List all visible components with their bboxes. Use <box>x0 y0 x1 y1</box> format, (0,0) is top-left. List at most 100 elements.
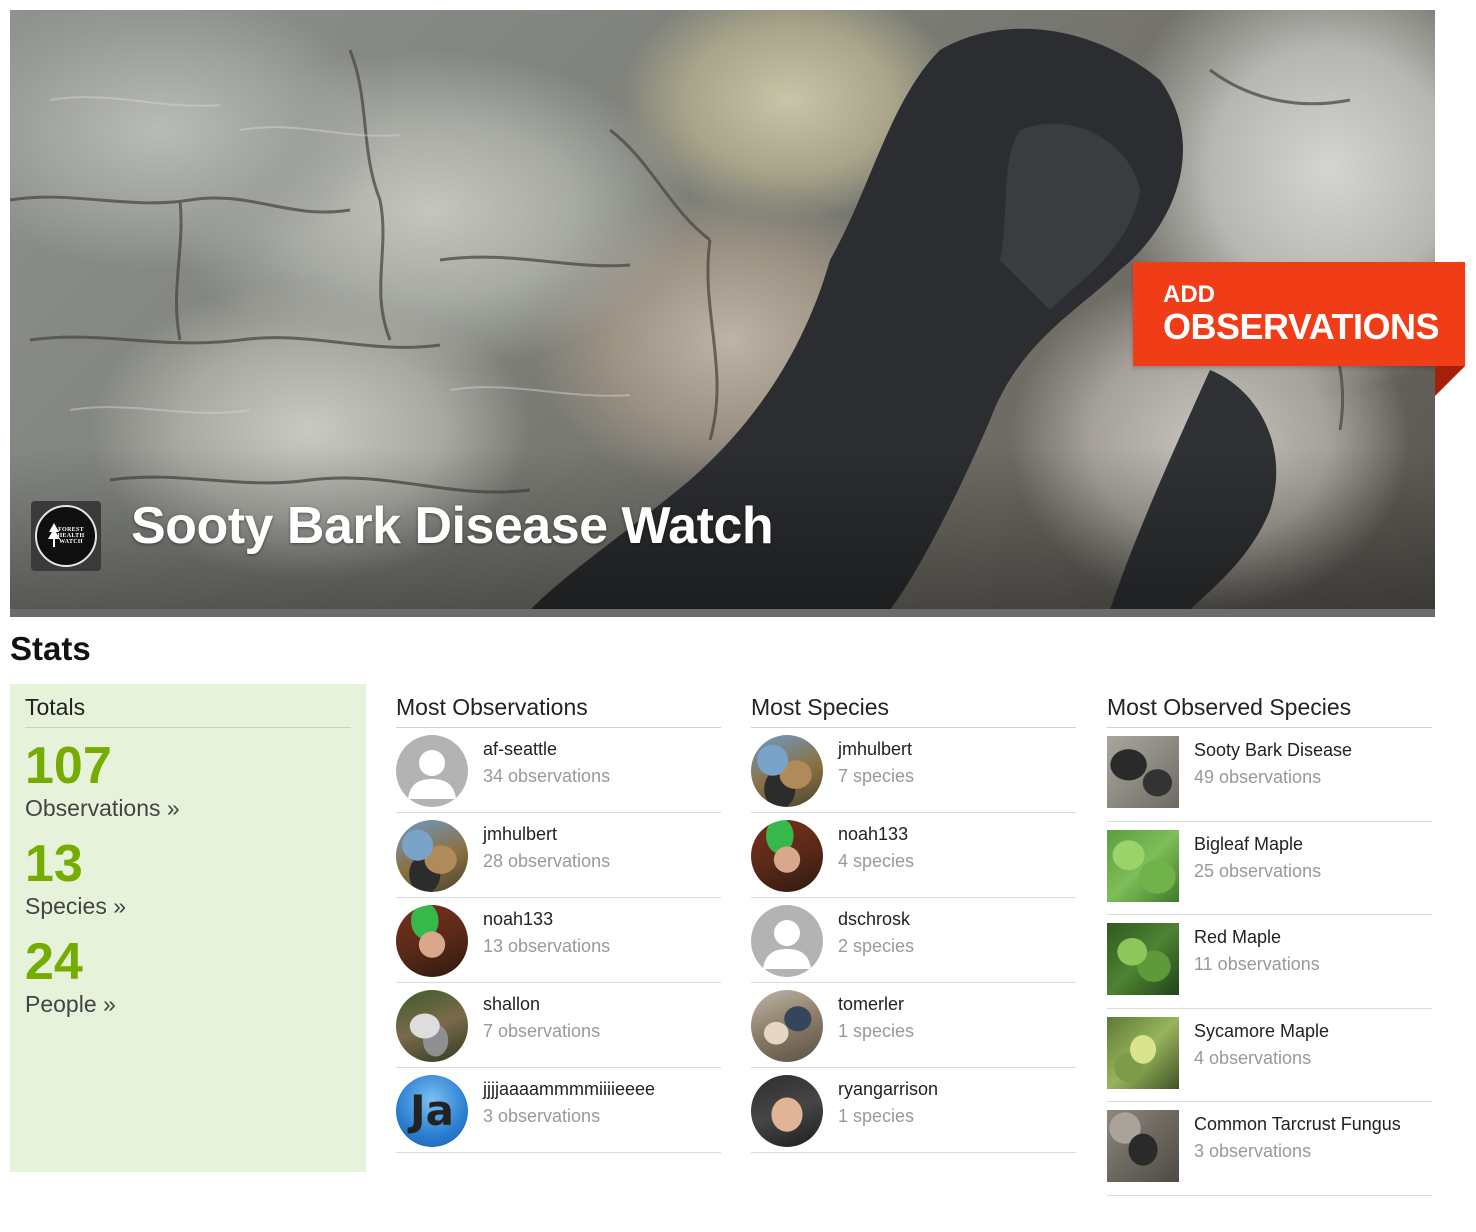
total-people-count: 24 <box>25 933 83 991</box>
list-item: tomerler 1 species <box>751 983 1076 1068</box>
list-item: Sycamore Maple 4 observations <box>1107 1009 1432 1102</box>
list-item: ryangarrison 1 species <box>751 1068 1076 1153</box>
species-name-link[interactable]: Sooty Bark Disease <box>1194 739 1352 761</box>
user-name-link[interactable]: jjjjaaaammmmiiiieeee <box>483 1078 655 1100</box>
user-info: noah133 4 species <box>838 820 914 872</box>
species-name-link[interactable]: Bigleaf Maple <box>1194 833 1321 855</box>
user-name-link[interactable]: dschrosk <box>838 908 914 930</box>
tree-icon <box>48 523 60 547</box>
user-info: jjjjaaaammmmiiiieeee 3 observations <box>483 1075 655 1127</box>
list-item: noah133 13 observations <box>396 898 721 983</box>
observation-count: 7 observations <box>483 1021 601 1041</box>
user-name-link[interactable]: shallon <box>483 993 600 1015</box>
species-info: Sooty Bark Disease 49 observations <box>1194 736 1352 788</box>
avatar[interactable] <box>751 990 823 1062</box>
banner-bottom-bar <box>10 609 1435 617</box>
species-name-link[interactable]: Sycamore Maple <box>1194 1020 1329 1042</box>
user-info: jmhulbert 28 observations <box>483 820 610 872</box>
forest-health-watch-logo: FOREST HEALTH WATCH <box>35 505 97 567</box>
user-icon <box>408 750 456 799</box>
observation-count: 3 observations <box>483 1106 601 1126</box>
user-info: noah133 13 observations <box>483 905 610 957</box>
list-item: Red Maple 11 observations <box>1107 915 1432 1009</box>
species-count: 7 species <box>838 766 915 786</box>
logo-text-3: WATCH <box>59 539 83 545</box>
avatar[interactable] <box>396 905 468 977</box>
species-count: 2 species <box>838 936 915 956</box>
user-info: ryangarrison 1 species <box>838 1075 938 1127</box>
observations-link[interactable]: Observations » <box>25 795 180 822</box>
species-info: Common Tarcrust Fungus 3 observations <box>1194 1110 1401 1162</box>
totals-title: Totals <box>25 694 351 728</box>
species-photo[interactable] <box>1107 1110 1179 1182</box>
user-info: dschrosk 2 species <box>838 905 914 957</box>
most-species-title: Most Species <box>751 684 1076 728</box>
people-link[interactable]: People » <box>25 991 116 1018</box>
species-photo[interactable] <box>1107 923 1179 995</box>
observation-count: 3 observations <box>1194 1141 1312 1161</box>
species-info: Sycamore Maple 4 observations <box>1194 1017 1329 1069</box>
observation-count: 25 observations <box>1194 860 1322 881</box>
user-info: tomerler 1 species <box>838 990 914 1042</box>
species-info: Red Maple 11 observations <box>1194 923 1320 975</box>
user-name-link[interactable]: noah133 <box>838 823 914 845</box>
avatar[interactable] <box>751 905 823 977</box>
totals-panel: Totals 107 Observations » 13 Species » 2… <box>10 684 366 1172</box>
total-observations: 107 Observations » <box>25 738 351 822</box>
user-name-link[interactable]: jmhulbert <box>838 738 914 760</box>
species-photo[interactable] <box>1107 1016 1179 1089</box>
species-count: 4 species <box>838 851 915 871</box>
add-observations-line1: ADD <box>1163 281 1215 308</box>
project-title: Sooty Bark Disease Watch <box>131 497 774 555</box>
list-item: noah133 4 species <box>751 813 1076 898</box>
species-count: 1 species <box>838 1021 915 1041</box>
list-item: jmhulbert 7 species <box>751 728 1076 813</box>
add-observations-line2: OBSERVATIONS <box>1163 306 1440 347</box>
project-logo-icon[interactable]: FOREST HEALTH WATCH <box>31 501 101 571</box>
user-icon <box>763 920 811 969</box>
list-item: Sooty Bark Disease 49 observations <box>1107 728 1432 822</box>
stats-heading: Stats <box>10 630 91 667</box>
species-photo[interactable] <box>1107 829 1179 902</box>
observation-count: 34 observations <box>483 766 611 786</box>
ribbon-fold <box>1435 366 1465 396</box>
avatar[interactable] <box>396 820 468 892</box>
list-item: jmhulbert 28 observations <box>396 813 721 898</box>
most-observed-species-title: Most Observed Species <box>1107 684 1432 728</box>
user-name-link[interactable]: jmhulbert <box>483 823 610 845</box>
user-info: jmhulbert 7 species <box>838 735 914 787</box>
observation-count: 13 observations <box>483 936 611 956</box>
avatar[interactable]: Ja <box>396 1075 468 1147</box>
species-info: Bigleaf Maple 25 observations <box>1194 830 1321 882</box>
add-observations-button[interactable]: ADD OBSERVATIONS <box>1133 262 1465 366</box>
user-info: shallon 7 observations <box>483 990 600 1042</box>
avatar[interactable] <box>751 735 823 807</box>
avatar[interactable] <box>396 735 468 807</box>
list-item: Bigleaf Maple 25 observations <box>1107 822 1432 915</box>
observation-count: 28 observations <box>483 851 611 871</box>
user-name-link[interactable]: tomerler <box>838 993 914 1015</box>
list-item: Common Tarcrust Fungus 3 observations <box>1107 1102 1432 1196</box>
user-name-link[interactable]: noah133 <box>483 908 610 930</box>
observation-count: 4 observations <box>1194 1047 1312 1068</box>
total-species-count: 13 <box>25 835 83 893</box>
user-info: af-seattle 34 observations <box>483 735 610 787</box>
list-item: Ja jjjjaaaammmmiiiieeee 3 observations <box>396 1068 721 1153</box>
most-observations-column: Most Observations af-seattle 34 observat… <box>396 684 721 1153</box>
avatar[interactable] <box>396 990 468 1062</box>
observation-count: 49 observations <box>1194 767 1322 787</box>
species-count: 1 species <box>838 1106 915 1126</box>
species-name-link[interactable]: Common Tarcrust Fungus <box>1194 1113 1401 1135</box>
avatar[interactable] <box>751 820 823 892</box>
list-item: af-seattle 34 observations <box>396 728 721 813</box>
avatar[interactable] <box>751 1075 823 1147</box>
species-photo[interactable] <box>1107 736 1179 808</box>
total-observations-count: 107 <box>25 737 112 795</box>
most-observations-title: Most Observations <box>396 684 721 728</box>
species-name-link[interactable]: Red Maple <box>1194 926 1320 948</box>
user-name-link[interactable]: ryangarrison <box>838 1078 938 1100</box>
user-name-link[interactable]: af-seattle <box>483 738 610 760</box>
species-link[interactable]: Species » <box>25 893 126 920</box>
observation-count: 11 observations <box>1194 954 1320 974</box>
most-species-column: Most Species jmhulbert 7 species noah133… <box>751 684 1076 1153</box>
